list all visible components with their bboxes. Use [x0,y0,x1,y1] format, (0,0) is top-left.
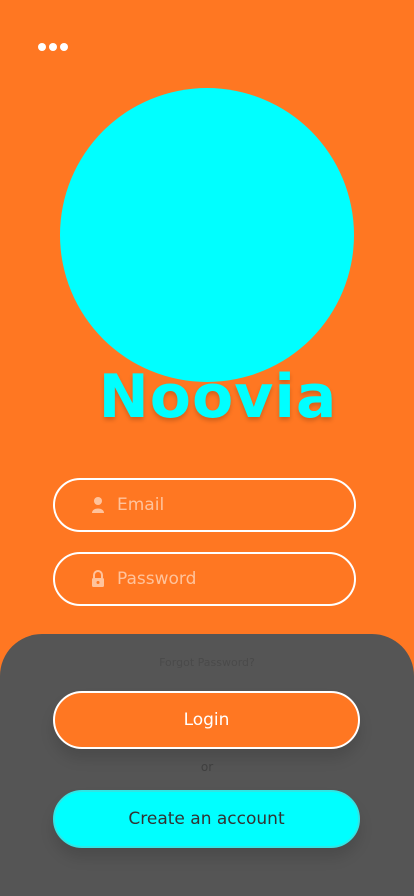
email-field[interactable] [53,478,356,532]
or-divider: or [200,760,214,774]
forgot-password-link[interactable]: Forgot Password? [0,656,414,669]
more-dots-icon[interactable] [38,40,72,54]
logo-circle [60,88,354,382]
menu-dot [38,43,46,51]
app-title: Noovia [98,362,338,432]
user-icon [91,496,105,514]
login-button[interactable]: Login [53,691,360,749]
password-field[interactable] [53,552,356,606]
menu-dot [60,43,68,51]
email-input[interactable] [117,495,317,515]
lock-icon [91,570,105,588]
password-input[interactable] [117,569,317,589]
menu-dot [49,43,57,51]
create-account-button[interactable]: Create an account [53,790,360,848]
